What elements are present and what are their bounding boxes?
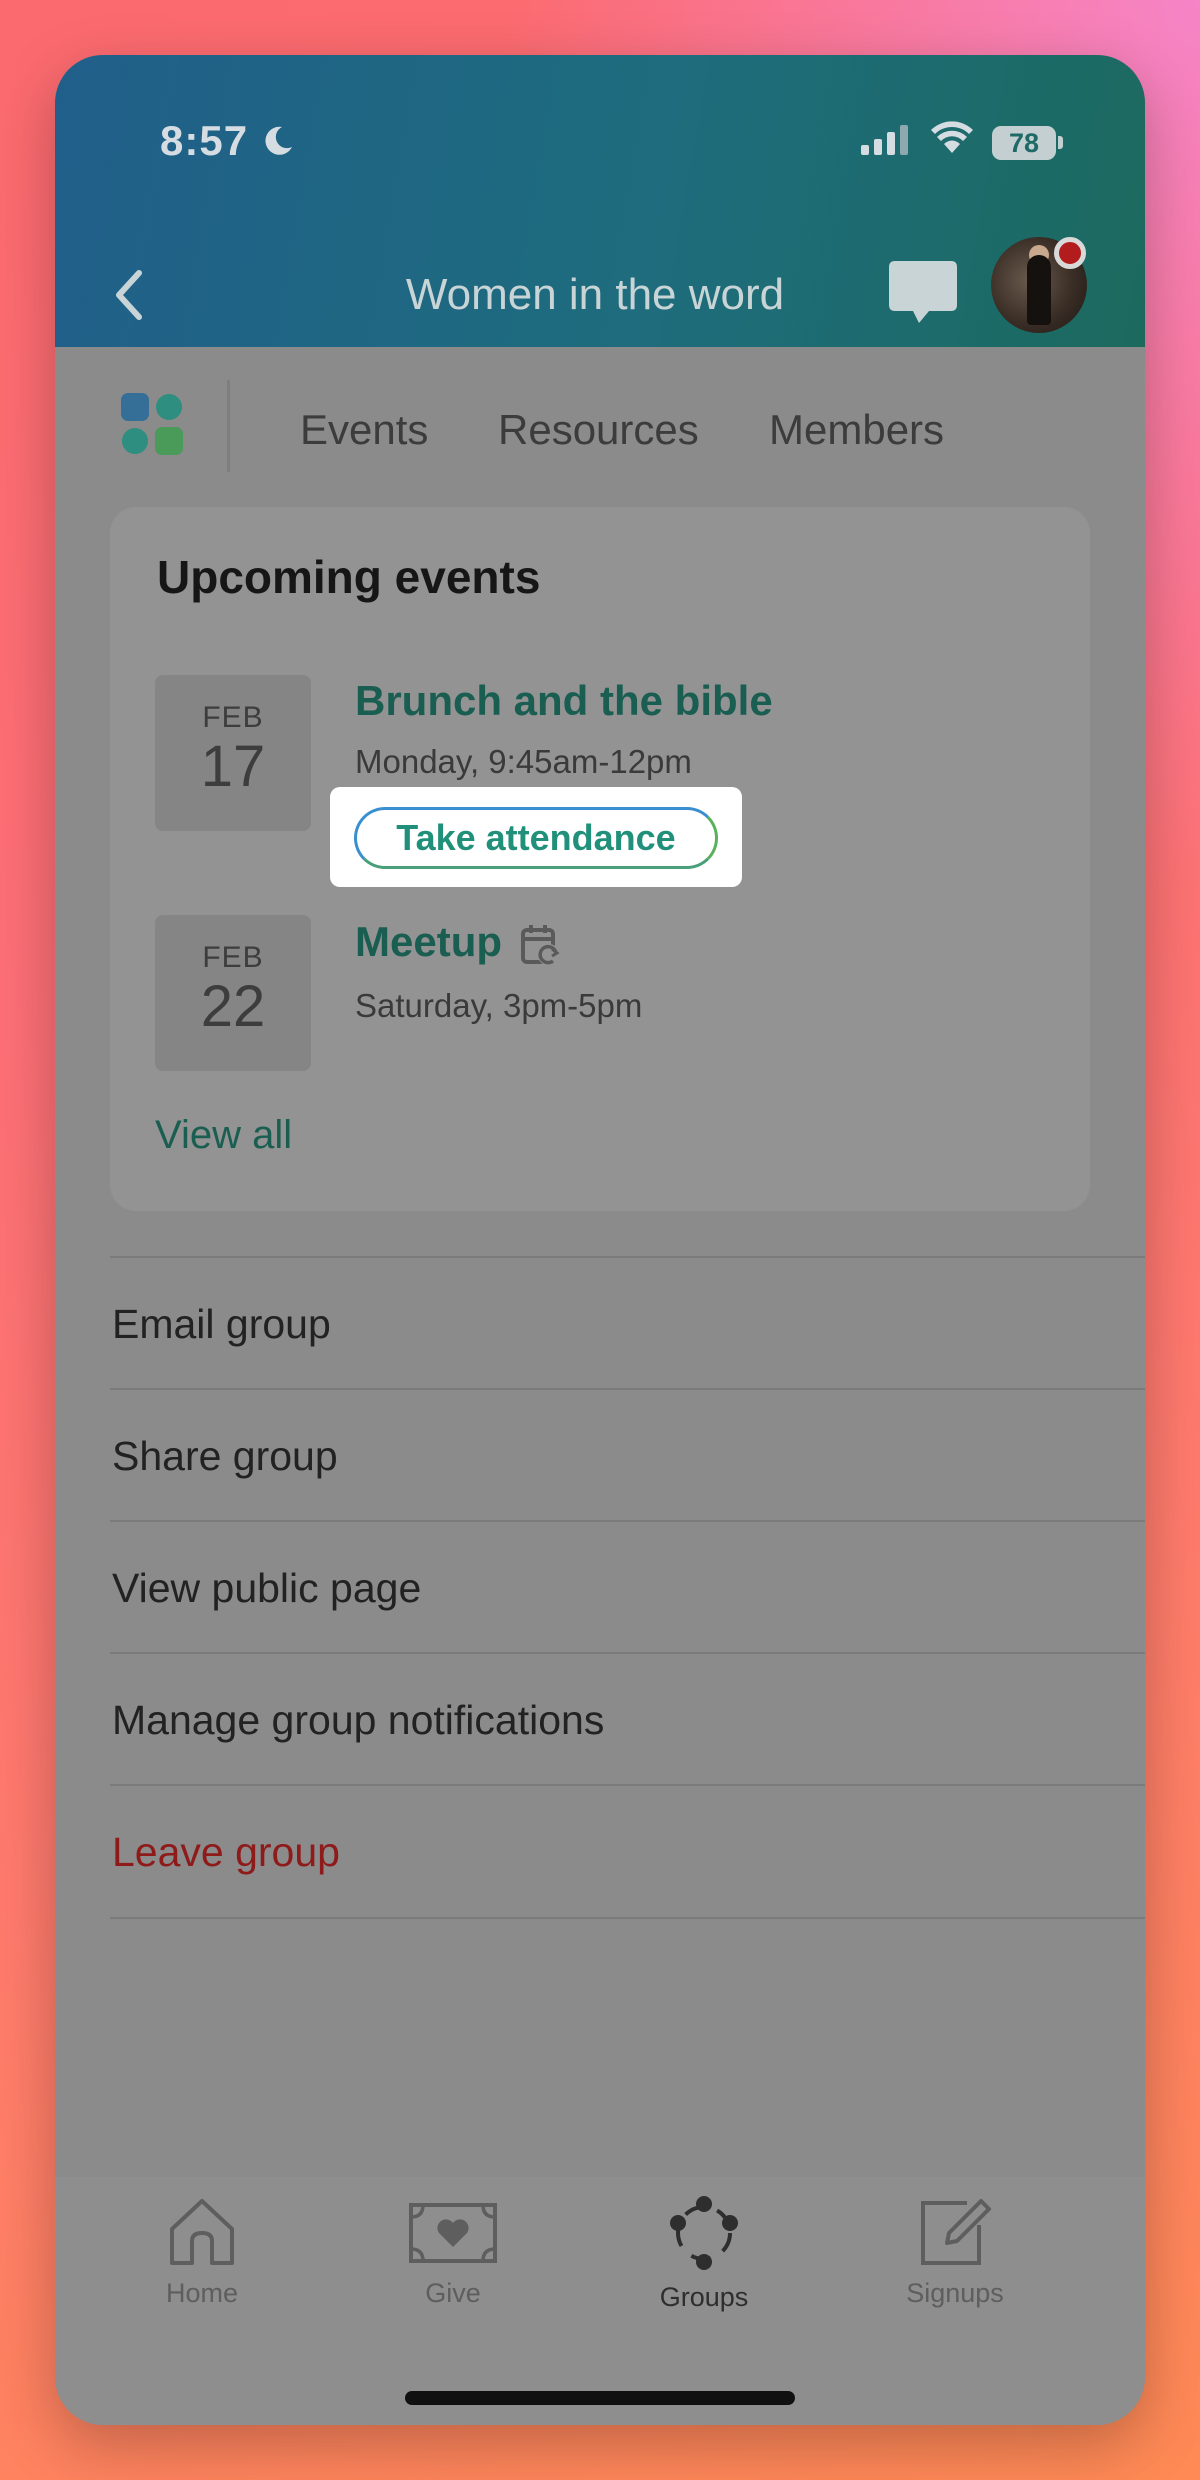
event-time: Saturday, 3pm-5pm	[355, 987, 643, 1024]
avatar-figure	[1027, 255, 1051, 325]
give-icon	[409, 2203, 497, 2263]
event-date-badge: FEB 22	[155, 915, 311, 1071]
event-day: 22	[200, 974, 266, 1039]
moon-icon	[265, 126, 292, 155]
signal-icon	[861, 125, 908, 155]
share-group-item[interactable]: Share group	[110, 1388, 1145, 1520]
notification-dot	[1054, 237, 1086, 269]
nav-groups[interactable]: Groups	[624, 2195, 784, 2313]
wifi-icon	[931, 121, 973, 153]
groups-icon	[670, 2196, 738, 2270]
event-day: 17	[200, 734, 266, 799]
event-month: FEB	[202, 701, 264, 734]
chat-icon[interactable]	[883, 253, 963, 333]
list-divider	[110, 1917, 1145, 1919]
phone-screen: 8:57 78 Women in the word Events Resourc…	[55, 55, 1145, 2425]
nav-groups-label: Groups	[659, 2282, 749, 2312]
home-indicator	[405, 2391, 795, 2405]
event-date-badge: FEB 17	[155, 675, 311, 831]
event-name-link[interactable]: Meetup	[355, 918, 502, 966]
tab-divider	[227, 380, 230, 472]
view-public-page-item[interactable]: View public page	[110, 1520, 1145, 1652]
leave-group-item[interactable]: Leave group	[110, 1784, 1145, 1916]
tab-members[interactable]: Members	[769, 400, 944, 460]
tab-resources[interactable]: Resources	[498, 400, 699, 460]
upcoming-events-title: Upcoming events	[157, 551, 541, 603]
event-name-link[interactable]: Brunch and the bible	[355, 677, 773, 725]
recurring-calendar-icon	[521, 925, 560, 966]
battery-indicator: 78	[992, 126, 1056, 160]
take-attendance-highlight: Take attendance	[330, 787, 742, 887]
tab-events[interactable]: Events	[300, 400, 428, 460]
status-time: 8:57	[160, 117, 249, 164]
home-icon	[170, 2199, 234, 2265]
manage-notifications-item[interactable]: Manage group notifications	[110, 1652, 1145, 1784]
battery-nub	[1058, 136, 1063, 149]
take-attendance-button[interactable]: Take attendance	[354, 807, 718, 869]
nav-signups[interactable]: Signups	[875, 2195, 1035, 2309]
nav-give-label: Give	[425, 2278, 481, 2308]
apps-grid-icon[interactable]	[121, 393, 183, 455]
back-chevron-icon[interactable]	[97, 255, 167, 335]
nav-give[interactable]: Give	[373, 2195, 533, 2309]
nav-home[interactable]: Home	[122, 2195, 282, 2309]
nav-home-label: Home	[165, 2278, 239, 2308]
event-time: Monday, 9:45am-12pm	[355, 743, 692, 780]
page-title: Women in the word	[405, 270, 785, 319]
nav-signups-label: Signups	[906, 2278, 1004, 2308]
view-all-link[interactable]: View all	[155, 1113, 292, 1158]
event-month: FEB	[202, 941, 264, 974]
signups-icon	[921, 2199, 991, 2265]
email-group-item[interactable]: Email group	[110, 1256, 1145, 1388]
